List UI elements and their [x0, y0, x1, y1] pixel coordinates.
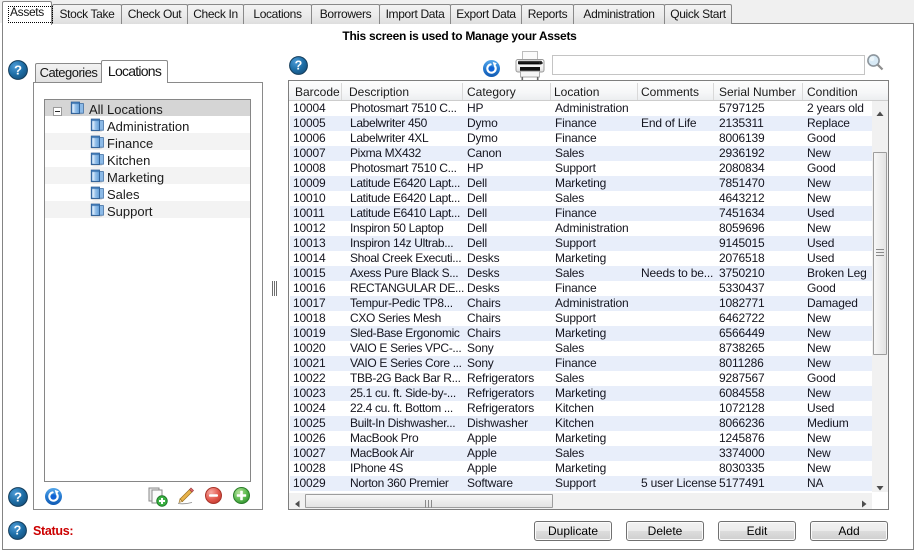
svg-text:?: ?	[295, 59, 303, 73]
svg-text:?: ?	[14, 62, 22, 77]
svg-text:?: ?	[14, 524, 22, 538]
svg-text:?: ?	[14, 489, 22, 504]
